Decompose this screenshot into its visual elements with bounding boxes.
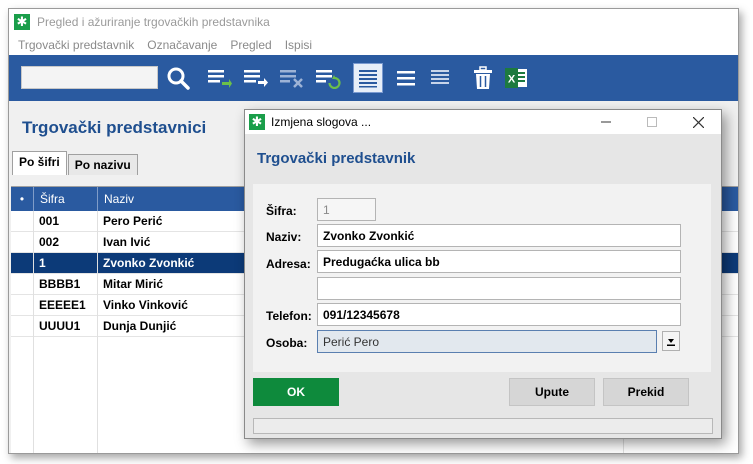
- edit-dialog: ✱ Izmjena slogova ... Trgovački predstav…: [244, 109, 722, 439]
- window-title: Pregled i ažuriranje trgovačkih predstav…: [37, 15, 270, 29]
- view-list-icon: [359, 70, 377, 88]
- prekid-button[interactable]: Prekid: [603, 378, 689, 406]
- cell-sifra: BBBB1: [39, 277, 81, 291]
- osoba-dropdown-button[interactable]: [662, 331, 680, 351]
- ok-button[interactable]: OK: [253, 378, 339, 406]
- adresa-line2-field[interactable]: [317, 277, 681, 300]
- sifra-field: 1: [317, 198, 376, 221]
- add-record-button[interactable]: [205, 63, 235, 93]
- cell-sifra: UUUU1: [39, 319, 81, 333]
- excel-icon: X: [505, 68, 527, 88]
- dialog-form: Šifra: 1 Naziv: Zvonko Zvonkić Adresa: P…: [253, 184, 711, 372]
- column-header-sifra[interactable]: Šifra: [33, 187, 97, 211]
- export-excel-button[interactable]: X: [501, 63, 531, 93]
- close-icon: [692, 116, 704, 128]
- delete-button[interactable]: [468, 63, 498, 93]
- search-icon: [167, 67, 190, 90]
- tab-bar: Po šifri Po nazivu: [12, 151, 139, 175]
- minimize-icon: [601, 121, 611, 123]
- list-delete-icon: [280, 70, 303, 88]
- upute-button[interactable]: Upute: [509, 378, 595, 406]
- tab-po-sifri[interactable]: Po šifri: [12, 151, 67, 175]
- list-refresh-icon: [316, 70, 341, 89]
- maximize-button[interactable]: [629, 110, 675, 134]
- telefon-field[interactable]: 091/12345678: [317, 303, 681, 326]
- osoba-label: Osoba:: [266, 336, 308, 350]
- menu-item-trgovacki-predstavnik[interactable]: Trgovački predstavnik: [18, 38, 134, 52]
- delete-record-button[interactable]: [277, 63, 307, 93]
- maximize-icon: [647, 117, 657, 127]
- download-arrow-icon: [667, 338, 675, 346]
- view-compact-button[interactable]: [391, 63, 421, 93]
- status-strip: [253, 418, 713, 434]
- search-button[interactable]: [163, 63, 193, 93]
- cell-sifra: 002: [39, 235, 60, 249]
- adresa-label: Adresa:: [266, 257, 311, 271]
- cell-sifra: 001: [39, 214, 60, 228]
- cell-sifra: EEEEE1: [39, 298, 86, 312]
- menu-item-oznacavanje[interactable]: Označavanje: [147, 38, 217, 52]
- svg-text:X: X: [508, 74, 516, 86]
- menu-item-ispisi[interactable]: Ispisi: [285, 38, 312, 52]
- dialog-heading: Trgovački predstavnik: [257, 150, 416, 167]
- row-indicator-header: •: [19, 192, 25, 206]
- cell-sifra: 1: [39, 256, 46, 270]
- toolbar: X: [9, 55, 738, 101]
- view-list-button[interactable]: [353, 63, 383, 93]
- minimize-button[interactable]: [583, 110, 629, 134]
- dialog-app-icon: ✱: [249, 114, 265, 130]
- view-details-button[interactable]: [425, 63, 455, 93]
- view-compact-icon: [397, 71, 415, 86]
- naziv-field[interactable]: Zvonko Zvonkić: [317, 224, 681, 247]
- edit-record-button[interactable]: [241, 63, 271, 93]
- list-edit-icon: [244, 70, 268, 87]
- app-logo-icon: ✱: [14, 14, 30, 30]
- dialog-title: Izmjena slogova ...: [271, 115, 372, 129]
- list-add-icon: [208, 70, 232, 88]
- page-title: Trgovački predstavnici: [22, 118, 207, 137]
- trash-icon: [474, 66, 492, 89]
- grid-divider: [33, 211, 34, 453]
- grid-divider: [97, 211, 98, 453]
- title-bar: ✱ Pregled i ažuriranje trgovačkih predst…: [9, 9, 738, 35]
- close-button[interactable]: [675, 110, 721, 134]
- osoba-combobox[interactable]: Perić Pero: [317, 330, 657, 353]
- naziv-label: Naziv:: [266, 230, 302, 244]
- adresa-field[interactable]: Predugaćka ulica bb: [317, 250, 681, 273]
- sifra-label: Šifra:: [266, 204, 297, 218]
- menu-item-pregled[interactable]: Pregled: [230, 38, 271, 52]
- tab-po-nazivu[interactable]: Po nazivu: [67, 154, 138, 175]
- view-details-icon: [431, 70, 449, 84]
- menu-bar: Trgovački predstavnik Označavanje Pregle…: [9, 35, 738, 55]
- dialog-title-bar: ✱ Izmjena slogova ...: [245, 110, 721, 134]
- telefon-label: Telefon:: [266, 309, 312, 323]
- refresh-records-button[interactable]: [313, 63, 343, 93]
- search-input[interactable]: [21, 66, 158, 89]
